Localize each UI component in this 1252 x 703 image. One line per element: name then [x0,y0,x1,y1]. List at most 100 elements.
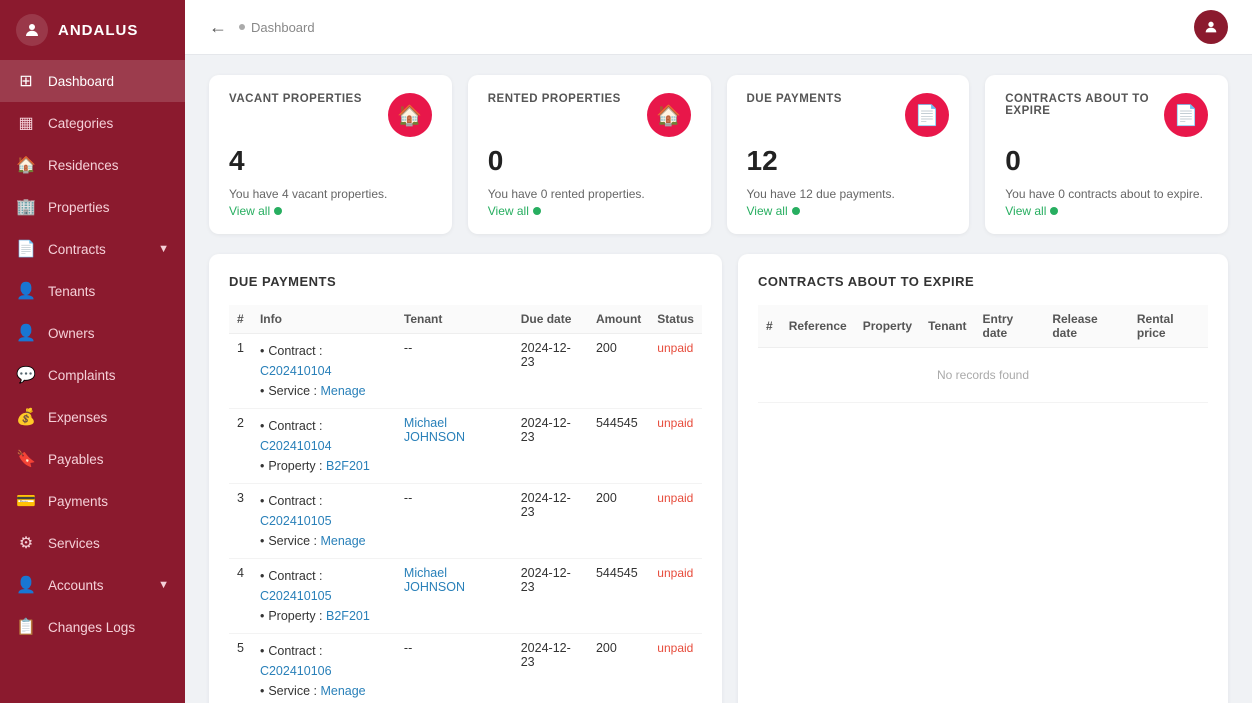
sidebar-label-changes-logs: Changes Logs [48,620,135,635]
stat-card-contracts-expire: CONTRACTS ABOUT TO EXPIRE 📄 0 You have 0… [985,75,1228,234]
contract-link[interactable]: C202410106 [260,664,332,678]
sidebar-item-categories[interactable]: ▦ Categories [0,102,185,144]
contract-link[interactable]: C202410104 [260,439,332,453]
type-link[interactable]: B2F201 [326,459,370,473]
sidebar-item-properties[interactable]: 🏢 Properties [0,186,185,228]
contract-link[interactable]: C202410105 [260,589,332,603]
back-button[interactable]: ← [209,17,227,38]
sidebar-label-categories: Categories [48,116,113,131]
status-badge: unpaid [657,416,693,430]
table-row: 2 •Contract : C202410104 •Property : B2F… [229,409,702,484]
row-status: unpaid [649,484,702,559]
row-tenant: -- [396,334,513,409]
row-amount: 544545 [588,409,649,484]
sidebar-label-dashboard: Dashboard [48,74,114,89]
stat-card-value-due-payments: 12 [747,145,950,177]
sidebar-icon-dashboard: ⊞ [16,71,36,91]
row-tenant: -- [396,484,513,559]
row-num: 4 [229,559,252,634]
contracts-expire-table: #ReferencePropertyTenantEntry dateReleas… [758,305,1208,403]
sidebar-item-accounts[interactable]: 👤 Accounts ▼ [0,564,185,606]
due-payments-table: #InfoTenantDue dateAmountStatus 1 •Contr… [229,305,702,703]
sidebar-icon-services: ⚙ [16,533,36,553]
sidebar-icon-owners: 👤 [16,323,36,343]
arrow-icon-contracts: ▼ [158,243,169,255]
row-num: 1 [229,334,252,409]
row-num: 3 [229,484,252,559]
sidebar-icon-contracts: 📄 [16,239,36,259]
type-link[interactable]: Menage [320,384,365,398]
contract-col-reference: Reference [781,305,855,348]
sidebar-label-payables: Payables [48,452,104,467]
stat-card-value-rented-properties: 0 [488,145,691,177]
row-tenant: -- [396,634,513,703]
stat-card-title-vacant-properties: VACANT PROPERTIES [229,93,362,105]
sidebar-item-payables[interactable]: 🔖 Payables [0,438,185,480]
arrow-icon-accounts: ▼ [158,579,169,591]
sidebar-item-owners[interactable]: 👤 Owners [0,312,185,354]
stat-card-icon-contracts-expire: 📄 [1164,93,1208,137]
sidebar-item-residences[interactable]: 🏠 Residences [0,144,185,186]
sidebar-icon-properties: 🏢 [16,197,36,217]
sidebar-label-payments: Payments [48,494,108,509]
row-tenant: Michael JOHNSON [396,409,513,484]
sidebar-icon-payables: 🔖 [16,449,36,469]
view-all-link-rented-properties[interactable]: View all [488,204,529,218]
page-content: VACANT PROPERTIES 🏠 4 You have 4 vacant … [185,55,1252,703]
sidebar-item-services[interactable]: ⚙ Services [0,522,185,564]
user-avatar[interactable] [1194,10,1228,44]
row-status: unpaid [649,559,702,634]
sidebar-label-expenses: Expenses [48,410,107,425]
due-col-info: Info [252,305,396,334]
view-all-link-contracts-expire[interactable]: View all [1005,204,1046,218]
sidebar-label-complaints: Complaints [48,368,116,383]
stat-card-vacant-properties: VACANT PROPERTIES 🏠 4 You have 4 vacant … [209,75,452,234]
tenant-link[interactable]: Michael JOHNSON [404,566,465,594]
sidebar-label-services: Services [48,536,100,551]
sidebar-item-dashboard[interactable]: ⊞ Dashboard [0,60,185,102]
status-badge: unpaid [657,566,693,580]
sidebar-label-properties: Properties [48,200,110,215]
breadcrumb-label: Dashboard [251,20,315,35]
type-link[interactable]: Menage [320,684,365,698]
stat-card-rented-properties: RENTED PROPERTIES 🏠 0 You have 0 rented … [468,75,711,234]
row-amount: 200 [588,334,649,409]
sidebar-item-expenses[interactable]: 💰 Expenses [0,396,185,438]
type-link[interactable]: B2F201 [326,609,370,623]
stat-card-footer-contracts-expire: You have 0 contracts about to expire. Vi… [1005,187,1208,218]
table-row: 1 •Contract : C202410104 •Service : Mena… [229,334,702,409]
breadcrumb-dot [239,24,245,30]
stat-card-footer-vacant-properties: You have 4 vacant properties. View all [229,187,432,218]
sidebar-item-payments[interactable]: 💳 Payments [0,480,185,522]
row-info: •Contract : C202410104 •Service : Menage [252,334,396,409]
contract-col-property: Property [855,305,920,348]
sidebar-item-complaints[interactable]: 💬 Complaints [0,354,185,396]
contract-link[interactable]: C202410104 [260,364,332,378]
sidebar-item-tenants[interactable]: 👤 Tenants [0,270,185,312]
row-num: 2 [229,409,252,484]
view-all-link-vacant-properties[interactable]: View all [229,204,270,218]
tenant-link[interactable]: Michael JOHNSON [404,416,465,444]
row-amount: 544545 [588,559,649,634]
contract-link[interactable]: C202410105 [260,514,332,528]
sidebar-label-accounts: Accounts [48,578,104,593]
sidebar: ANDALUS ⊞ Dashboard ▦ Categories 🏠 Resid… [0,0,185,703]
stat-card-value-vacant-properties: 4 [229,145,432,177]
stat-card-title-due-payments: DUE PAYMENTS [747,93,842,105]
contract-col-release-date: Release date [1044,305,1129,348]
due-col-#: # [229,305,252,334]
row-due-date: 2024-12-23 [513,334,588,409]
sidebar-label-residences: Residences [48,158,119,173]
no-data-message: No records found [758,348,1208,403]
app-name: ANDALUS [58,22,138,39]
table-row: 5 •Contract : C202410106 •Service : Mena… [229,634,702,703]
sidebar-label-tenants: Tenants [48,284,95,299]
stat-card-title-rented-properties: RENTED PROPERTIES [488,93,621,105]
row-due-date: 2024-12-23 [513,559,588,634]
due-col-amount: Amount [588,305,649,334]
sidebar-item-changes-logs[interactable]: 📋 Changes Logs [0,606,185,648]
sidebar-icon-accounts: 👤 [16,575,36,595]
view-all-link-due-payments[interactable]: View all [747,204,788,218]
sidebar-item-contracts[interactable]: 📄 Contracts ▼ [0,228,185,270]
type-link[interactable]: Menage [320,534,365,548]
